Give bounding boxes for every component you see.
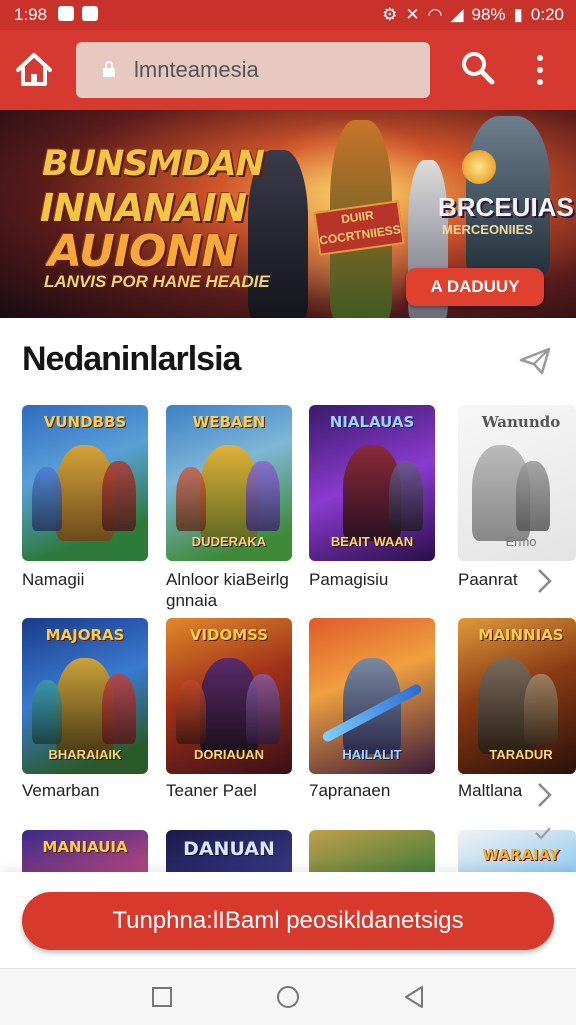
game-art-title: Wanundo	[481, 413, 561, 431]
game-card-art[interactable]: HAILALIT	[309, 618, 435, 774]
game-art-subtitle: HAILALIT	[342, 747, 402, 762]
gold-coin-icon	[462, 150, 496, 184]
game-art-hero	[176, 467, 206, 531]
game-art-hero	[516, 461, 550, 531]
game-art-subtitle: DUDERAKA	[191, 534, 267, 549]
game-art-subtitle: BEAIT WAAN	[330, 534, 414, 549]
banner-cta-button[interactable]: A DADUUY	[406, 268, 544, 306]
game-art-title: VIDOMSS	[189, 626, 269, 644]
game-card-art[interactable]: MAJORAS BHARAIAIK	[22, 618, 148, 774]
game-art-hero	[176, 680, 206, 744]
search-input[interactable]: lmnteamesia	[76, 42, 430, 98]
home-nav-icon[interactable]	[275, 984, 301, 1010]
banner-title-line1: BUNSMDAN	[42, 144, 265, 184]
game-card-art[interactable]: WEBAEN DUDERAKA	[166, 405, 292, 561]
back-icon[interactable]	[402, 984, 426, 1010]
primary-cta-button[interactable]: Tunphna:lIBaml peosikldanetsigs	[22, 892, 554, 950]
game-art-title: NIALAUAS	[329, 413, 415, 431]
game-art-subtitle: BHARAIAIK	[48, 747, 122, 762]
game-art-title: VUNDBBS	[43, 413, 127, 431]
check-icon	[535, 827, 551, 840]
status-bar: 1:98 ⚙ ✕ ◠ ◢ 98% ▮ 0:20	[0, 0, 576, 30]
game-art-title: MAINNIAS	[478, 626, 564, 644]
game-art-hero	[389, 461, 423, 531]
game-art-title: WARAIAY	[482, 846, 560, 864]
message-icon	[82, 6, 98, 21]
lock-icon	[103, 61, 115, 77]
section-title: Nedaninlarlsia	[22, 340, 241, 378]
game-art-title: DANUAN	[183, 838, 275, 860]
game-title[interactable]: Alnloor kiaBeirlg gnnaia	[166, 569, 292, 611]
system-nav-bar	[0, 968, 576, 1025]
battery-icon: ▮	[513, 5, 523, 24]
battery-percent: 98%	[471, 5, 506, 24]
game-art-title: WEBAEN	[192, 413, 266, 431]
game-card-art[interactable]: NIALAUAS BEAIT WAAN	[309, 405, 435, 561]
promo-banner[interactable]: BUNSMDAN INNANAIN AUIONN LANVIS POR HANE…	[0, 110, 576, 318]
home-icon[interactable]	[14, 50, 54, 90]
mute-icon: ✕	[405, 5, 420, 24]
chevron-right-icon[interactable]	[532, 780, 556, 810]
status-icons: ⚙ ✕ ◠ ◢ 98% ▮ 0:20	[382, 5, 564, 25]
search-text: lmnteamesia	[134, 57, 259, 82]
game-art-title: MAJORAS	[45, 626, 125, 644]
game-art-hero	[246, 461, 280, 531]
game-art-hero	[524, 674, 558, 744]
game-title[interactable]: Pamagisiu	[309, 569, 439, 590]
game-title[interactable]: 7apranaen	[309, 780, 390, 801]
game-card-art[interactable]: VUNDBBS	[22, 405, 148, 561]
game-art-hero	[102, 461, 136, 531]
banner-title-line3: AUIONN	[48, 226, 238, 277]
banner-title-line2: INNANAIN	[40, 186, 247, 230]
settings-status-icon: ⚙	[382, 5, 398, 24]
search-icon[interactable]	[458, 48, 498, 88]
app-bar: lmnteamesia	[0, 30, 576, 110]
status-time: 1:98	[14, 5, 48, 24]
game-title[interactable]: Maltlana	[458, 780, 522, 801]
game-art-subtitle: DORIAUAN	[193, 747, 265, 762]
game-title[interactable]: Teaner Pael	[166, 780, 257, 801]
wifi-icon: ◠	[427, 5, 443, 24]
banner-right-title: BRCEUIAS	[438, 192, 574, 222]
send-icon[interactable]	[518, 346, 552, 376]
game-art-subtitle: Ermo	[505, 534, 537, 549]
banner-right-subtitle: MERCEONIIES	[442, 222, 534, 237]
game-card-art[interactable]: VIDOMSS DORIAUAN	[166, 618, 292, 774]
game-card-art[interactable]: Wanundo Ermo	[458, 405, 576, 561]
game-title[interactable]: Namagii	[22, 569, 152, 590]
game-card-art[interactable]: MAINNIAS TARADUR	[458, 618, 576, 774]
banner-subtitle: LANVIS POR HANE HEADIE	[44, 272, 270, 291]
game-art-subtitle: TARADUR	[489, 747, 553, 762]
game-art-hero	[32, 680, 62, 744]
game-art-hero	[246, 674, 280, 744]
game-art-title: MANIAUIA	[42, 838, 128, 856]
signal-icon: ◢	[450, 5, 464, 24]
chevron-right-icon[interactable]	[532, 566, 556, 596]
more-menu-icon[interactable]	[528, 50, 552, 90]
recents-icon[interactable]	[150, 985, 174, 1009]
clock-right: 0:20	[530, 5, 564, 24]
bottom-cta-bar: Tunphna:lIBaml peosikldanetsigs	[0, 872, 576, 968]
game-art-hero	[32, 467, 62, 531]
game-title[interactable]: Paanrat	[458, 569, 528, 590]
game-title[interactable]: Vemarban	[22, 780, 100, 801]
game-art-hero	[102, 674, 136, 744]
notification-icon	[58, 6, 74, 21]
